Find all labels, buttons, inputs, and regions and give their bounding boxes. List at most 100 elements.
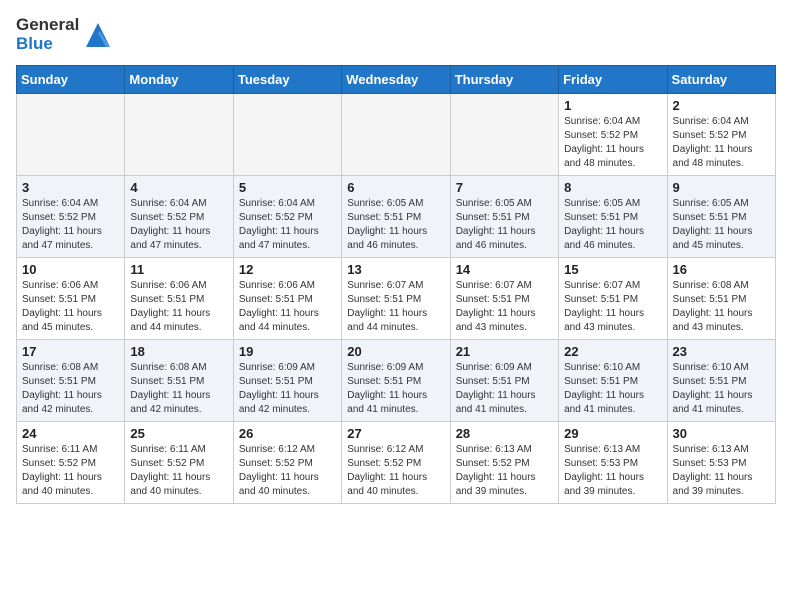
weekday-header: Thursday (450, 66, 558, 94)
day-number: 19 (239, 344, 336, 359)
calendar-day-cell (125, 94, 233, 176)
day-number: 26 (239, 426, 336, 441)
day-number: 7 (456, 180, 553, 195)
weekday-header: Monday (125, 66, 233, 94)
day-info: Sunrise: 6:04 AM Sunset: 5:52 PM Dayligh… (239, 197, 336, 253)
day-number: 13 (347, 262, 444, 277)
calendar-day-cell: 21 Sunrise: 6:09 AM Sunset: 5:51 PM Dayli… (450, 340, 558, 422)
calendar-day-cell: 13Sunrise: 6:07 AM Sunset: 5:51 PM Dayli… (342, 258, 450, 340)
calendar-day-cell: 10Sunrise: 6:06 AM Sunset: 5:51 PM Dayli… (17, 258, 125, 340)
calendar-day-cell (342, 94, 450, 176)
logo-icon (82, 19, 114, 51)
day-info: Sunrise: 6:10 AM Sunset: 5:51 PM Dayligh… (673, 361, 770, 417)
day-info: Sunrise: 6:08 AM Sunset: 5:51 PM Dayligh… (22, 361, 119, 417)
calendar-day-cell: 12 Sunrise: 6:06 AM Sunset: 5:51 PM Dayli… (233, 258, 341, 340)
day-info: Sunrise: 6:09 AM Sunset: 5:51 PM Dayligh… (239, 361, 336, 417)
calendar-table: SundayMondayTuesdayWednesdayThursdayFrid… (16, 65, 776, 504)
logo-general: General (16, 16, 79, 35)
weekday-header: Friday (559, 66, 667, 94)
day-number: 30 (673, 426, 770, 441)
day-info: Sunrise: 6:11 AM Sunset: 5:52 PM Dayligh… (130, 443, 227, 499)
calendar-day-cell: 14Sunrise: 6:07 AM Sunset: 5:51 PM Dayli… (450, 258, 558, 340)
day-number: 23 (673, 344, 770, 359)
day-info: Sunrise: 6:06 AM Sunset: 5:51 PM Dayligh… (130, 279, 227, 335)
calendar-week-row: 24 Sunrise: 6:11 AM Sunset: 5:52 PM Dayli… (17, 422, 776, 504)
day-number: 22 (564, 344, 661, 359)
calendar-day-cell: 11 Sunrise: 6:06 AM Sunset: 5:51 PM Dayli… (125, 258, 233, 340)
day-info: Sunrise: 6:04 AM Sunset: 5:52 PM Dayligh… (22, 197, 119, 253)
day-info: Sunrise: 6:06 AM Sunset: 5:51 PM Dayligh… (22, 279, 119, 335)
calendar-day-cell: 18 Sunrise: 6:08 AM Sunset: 5:51 PM Dayli… (125, 340, 233, 422)
day-number: 21 (456, 344, 553, 359)
calendar-header-row: SundayMondayTuesdayWednesdayThursdayFrid… (17, 66, 776, 94)
calendar-day-cell: 25 Sunrise: 6:11 AM Sunset: 5:52 PM Dayli… (125, 422, 233, 504)
day-number: 12 (239, 262, 336, 277)
day-info: Sunrise: 6:04 AM Sunset: 5:52 PM Dayligh… (564, 115, 661, 171)
day-number: 18 (130, 344, 227, 359)
day-number: 5 (239, 180, 336, 195)
calendar-day-cell: 17 Sunrise: 6:08 AM Sunset: 5:51 PM Dayli… (17, 340, 125, 422)
calendar-day-cell: 4Sunrise: 6:04 AM Sunset: 5:52 PM Daylig… (125, 176, 233, 258)
calendar-day-cell: 24Sunrise: 6:11 AM Sunset: 5:52 PM Dayli… (17, 422, 125, 504)
day-info: Sunrise: 6:12 AM Sunset: 5:52 PM Dayligh… (239, 443, 336, 499)
day-number: 16 (673, 262, 770, 277)
day-info: Sunrise: 6:12 AM Sunset: 5:52 PM Dayligh… (347, 443, 444, 499)
calendar-day-cell: 8Sunrise: 6:05 AM Sunset: 5:51 PM Daylig… (559, 176, 667, 258)
calendar-day-cell: 23 Sunrise: 6:10 AM Sunset: 5:51 PM Dayli… (667, 340, 775, 422)
logo-blue: Blue (16, 35, 79, 54)
logo: General Blue (16, 16, 114, 53)
weekday-header: Wednesday (342, 66, 450, 94)
calendar-day-cell: 1 Sunrise: 6:04 AM Sunset: 5:52 PM Daylig… (559, 94, 667, 176)
day-number: 1 (564, 98, 661, 113)
calendar-week-row: 10Sunrise: 6:06 AM Sunset: 5:51 PM Dayli… (17, 258, 776, 340)
calendar-day-cell: 6Sunrise: 6:05 AM Sunset: 5:51 PM Daylig… (342, 176, 450, 258)
calendar-day-cell: 26 Sunrise: 6:12 AM Sunset: 5:52 PM Dayli… (233, 422, 341, 504)
day-info: Sunrise: 6:09 AM Sunset: 5:51 PM Dayligh… (456, 361, 553, 417)
day-info: Sunrise: 6:13 AM Sunset: 5:52 PM Dayligh… (456, 443, 553, 499)
day-number: 20 (347, 344, 444, 359)
calendar-day-cell (450, 94, 558, 176)
calendar-day-cell: 15 Sunrise: 6:07 AM Sunset: 5:51 PM Dayli… (559, 258, 667, 340)
weekday-header: Saturday (667, 66, 775, 94)
calendar-day-cell: 5 Sunrise: 6:04 AM Sunset: 5:52 PM Daylig… (233, 176, 341, 258)
day-info: Sunrise: 6:10 AM Sunset: 5:51 PM Dayligh… (564, 361, 661, 417)
day-number: 15 (564, 262, 661, 277)
day-number: 29 (564, 426, 661, 441)
calendar-day-cell: 22 Sunrise: 6:10 AM Sunset: 5:51 PM Dayli… (559, 340, 667, 422)
day-info: Sunrise: 6:05 AM Sunset: 5:51 PM Dayligh… (456, 197, 553, 253)
day-info: Sunrise: 6:08 AM Sunset: 5:51 PM Dayligh… (130, 361, 227, 417)
day-info: Sunrise: 6:06 AM Sunset: 5:51 PM Dayligh… (239, 279, 336, 335)
calendar-day-cell: 28 Sunrise: 6:13 AM Sunset: 5:52 PM Dayli… (450, 422, 558, 504)
day-number: 28 (456, 426, 553, 441)
weekday-header: Tuesday (233, 66, 341, 94)
day-info: Sunrise: 6:08 AM Sunset: 5:51 PM Dayligh… (673, 279, 770, 335)
calendar-week-row: 17 Sunrise: 6:08 AM Sunset: 5:51 PM Dayli… (17, 340, 776, 422)
day-info: Sunrise: 6:05 AM Sunset: 5:51 PM Dayligh… (673, 197, 770, 253)
day-number: 27 (347, 426, 444, 441)
day-info: Sunrise: 6:07 AM Sunset: 5:51 PM Dayligh… (456, 279, 553, 335)
day-info: Sunrise: 6:04 AM Sunset: 5:52 PM Dayligh… (673, 115, 770, 171)
day-info: Sunrise: 6:07 AM Sunset: 5:51 PM Dayligh… (564, 279, 661, 335)
calendar-day-cell: 3Sunrise: 6:04 AM Sunset: 5:52 PM Daylig… (17, 176, 125, 258)
calendar-day-cell: 29 Sunrise: 6:13 AM Sunset: 5:53 PM Dayli… (559, 422, 667, 504)
day-info: Sunrise: 6:05 AM Sunset: 5:51 PM Dayligh… (564, 197, 661, 253)
calendar-day-cell: 9 Sunrise: 6:05 AM Sunset: 5:51 PM Daylig… (667, 176, 775, 258)
day-info: Sunrise: 6:05 AM Sunset: 5:51 PM Dayligh… (347, 197, 444, 253)
day-number: 25 (130, 426, 227, 441)
calendar-day-cell: 20 Sunrise: 6:09 AM Sunset: 5:51 PM Dayli… (342, 340, 450, 422)
day-number: 24 (22, 426, 119, 441)
day-number: 17 (22, 344, 119, 359)
calendar-week-row: 3Sunrise: 6:04 AM Sunset: 5:52 PM Daylig… (17, 176, 776, 258)
day-info: Sunrise: 6:09 AM Sunset: 5:51 PM Dayligh… (347, 361, 444, 417)
calendar-day-cell: 19 Sunrise: 6:09 AM Sunset: 5:51 PM Dayli… (233, 340, 341, 422)
day-info: Sunrise: 6:13 AM Sunset: 5:53 PM Dayligh… (564, 443, 661, 499)
day-info: Sunrise: 6:13 AM Sunset: 5:53 PM Dayligh… (673, 443, 770, 499)
calendar-day-cell: 27 Sunrise: 6:12 AM Sunset: 5:52 PM Dayli… (342, 422, 450, 504)
calendar-day-cell (17, 94, 125, 176)
day-number: 9 (673, 180, 770, 195)
day-info: Sunrise: 6:04 AM Sunset: 5:52 PM Dayligh… (130, 197, 227, 253)
calendar-day-cell: 30 Sunrise: 6:13 AM Sunset: 5:53 PM Dayli… (667, 422, 775, 504)
day-number: 11 (130, 262, 227, 277)
calendar-week-row: 1 Sunrise: 6:04 AM Sunset: 5:52 PM Daylig… (17, 94, 776, 176)
calendar-day-cell (233, 94, 341, 176)
